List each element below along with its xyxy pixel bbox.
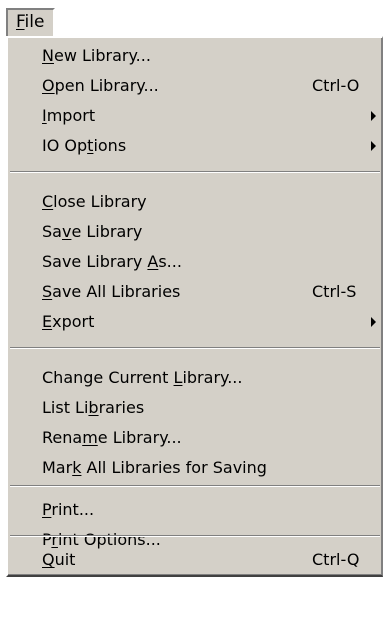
menu-item-label: Change Current Library... xyxy=(42,368,243,387)
menu-item-label: Export xyxy=(42,312,95,331)
menu-item-mark-all-libraries[interactable]: Mark All Libraries for Saving xyxy=(8,453,382,483)
submenu-arrow-icon xyxy=(371,317,376,327)
menu-item-new-library[interactable]: New Library... xyxy=(8,41,382,71)
menu-item-shortcut: Ctrl-S xyxy=(312,282,357,301)
menu-item-label: New Library... xyxy=(42,46,151,65)
menu-item-label: Mark All Libraries for Saving xyxy=(42,458,267,477)
file-menu-dropdown: New Library... Open Library... Ctrl-O Im… xyxy=(6,36,383,577)
menu-separator xyxy=(10,347,380,349)
menu-item-label: Save All Libraries xyxy=(42,282,181,301)
menu-item-quit[interactable]: Quit Ctrl-Q xyxy=(8,545,382,575)
menu-bar: File xyxy=(0,0,383,36)
menu-item-label: Close Library xyxy=(42,192,147,211)
menu-item-shortcut: Ctrl-Q xyxy=(312,550,360,569)
menu-separator xyxy=(10,485,380,487)
menu-item-label: Import xyxy=(42,106,96,125)
menu-separator xyxy=(10,171,380,173)
menu-item-label: List Libraries xyxy=(42,398,145,417)
menu-item-save-library[interactable]: Save Library xyxy=(8,217,382,247)
menu-item-label: Open Library... xyxy=(42,76,159,95)
menu-item-save-library-as[interactable]: Save Library As... xyxy=(8,247,382,277)
menu-item-label: Print... xyxy=(42,500,95,519)
menu-item-import[interactable]: Import xyxy=(8,101,382,131)
menu-item-save-all-libraries[interactable]: Save All Libraries Ctrl-S xyxy=(8,277,382,307)
menu-file-mnemonic: F xyxy=(16,12,25,32)
submenu-arrow-icon xyxy=(371,111,376,121)
menu-item-label: Quit xyxy=(42,550,76,569)
menu-file[interactable]: File xyxy=(6,8,55,36)
menu-item-change-current-library[interactable]: Change Current Library... xyxy=(8,363,382,393)
submenu-arrow-icon xyxy=(371,141,376,151)
menu-item-close-library[interactable]: Close Library xyxy=(8,187,382,217)
menu-item-label: Save Library xyxy=(42,222,143,241)
menu-item-export[interactable]: Export xyxy=(8,307,382,337)
menu-item-print[interactable]: Print... xyxy=(8,495,382,525)
menu-file-label-after: ile xyxy=(24,12,45,32)
menu-item-label: Rename Library... xyxy=(42,428,182,447)
menu-item-rename-library[interactable]: Rename Library... xyxy=(8,423,382,453)
menu-item-label: IO Options xyxy=(42,136,127,155)
menu-item-io-options[interactable]: IO Options xyxy=(8,131,382,161)
menu-item-list-libraries[interactable]: List Libraries xyxy=(8,393,382,423)
menu-item-label: Save Library As... xyxy=(42,252,182,271)
menu-item-open-library[interactable]: Open Library... Ctrl-O xyxy=(8,71,382,101)
menu-separator xyxy=(10,535,380,537)
menu-item-shortcut: Ctrl-O xyxy=(312,76,360,95)
